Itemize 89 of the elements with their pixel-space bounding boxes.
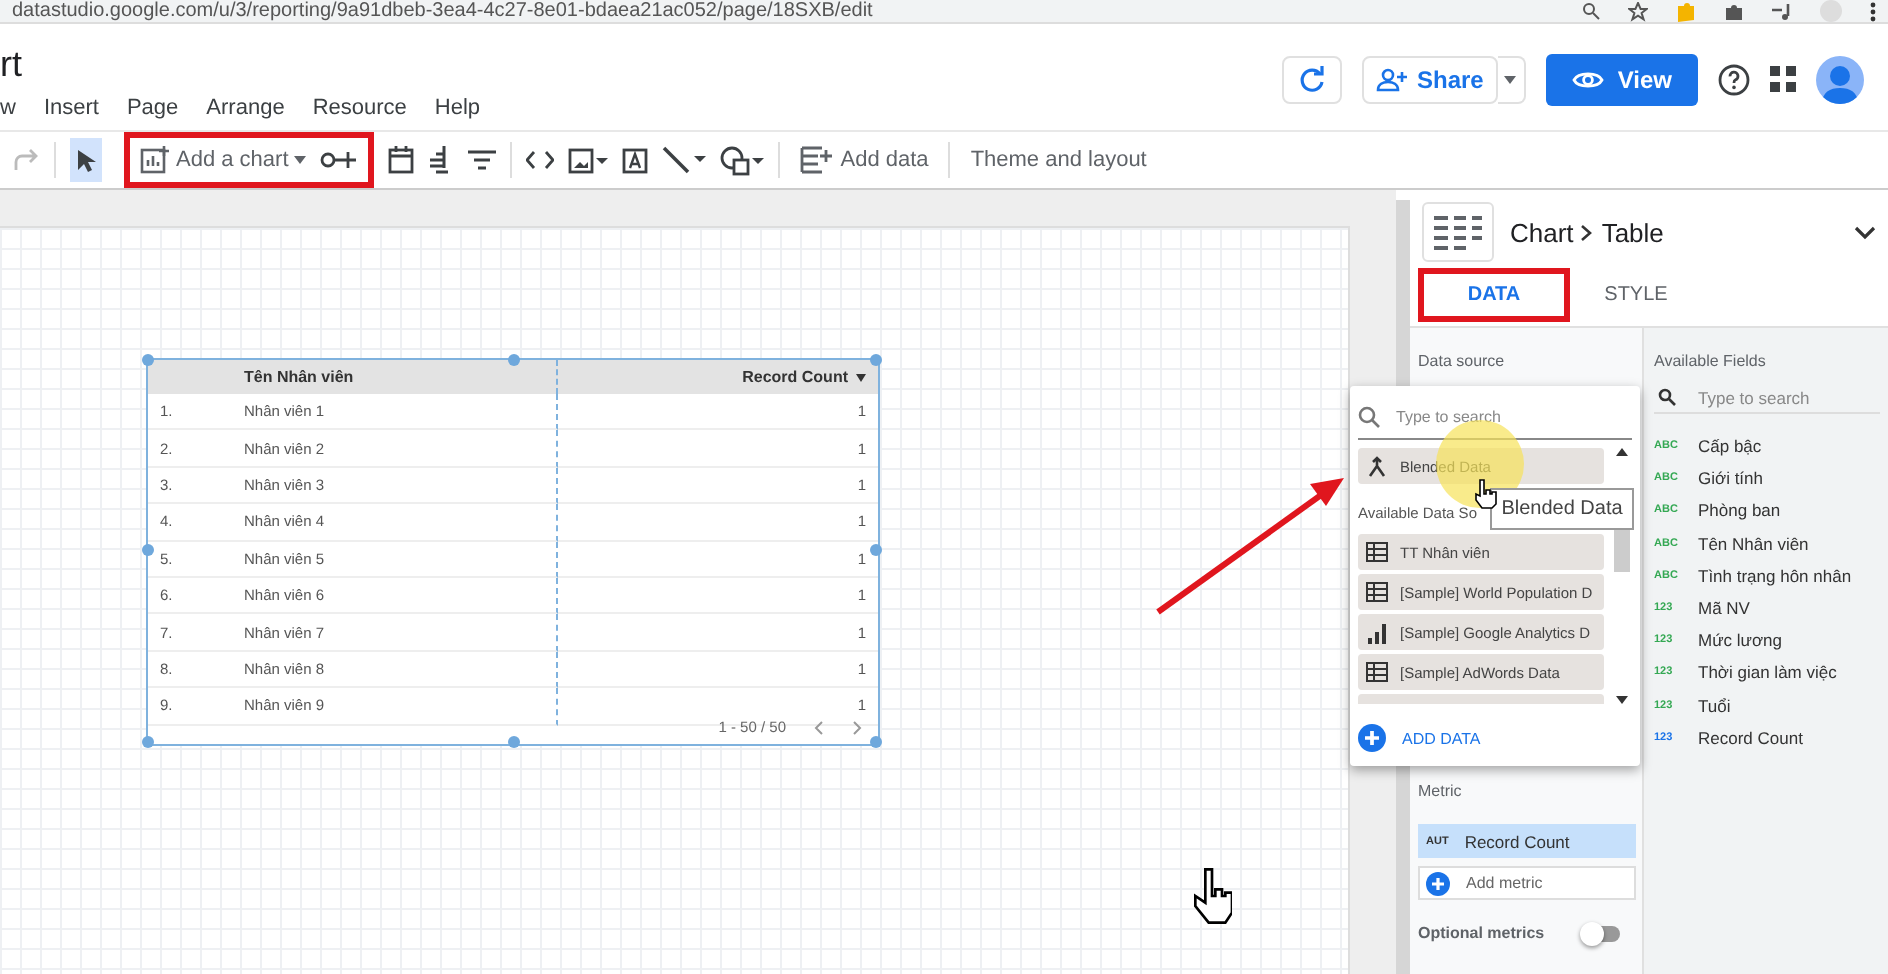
field-name[interactable]: Tên Nhân viên (1698, 533, 1809, 554)
field-name[interactable]: Phòng ban (1698, 500, 1781, 521)
calendar-icon[interactable] (388, 146, 415, 174)
add-metric-button[interactable]: Add metric (1418, 866, 1636, 900)
help-icon[interactable] (1718, 63, 1750, 95)
refresh-icon (1297, 65, 1325, 93)
add-control-icon[interactable] (320, 150, 357, 170)
field-name[interactable]: Tình trạng hôn nhân (1698, 565, 1852, 586)
search-icon (1658, 388, 1676, 406)
search-icon (1358, 405, 1380, 427)
search-icon[interactable] (1582, 2, 1600, 20)
optional-metrics-switch[interactable] (1584, 925, 1620, 941)
section-label: Metric (1418, 782, 1464, 800)
field-name[interactable]: Cấp bậc (1698, 436, 1762, 457)
line-icon[interactable] (662, 146, 707, 174)
select-tool[interactable] (70, 138, 102, 182)
table-icon (1366, 542, 1388, 562)
shape-icon[interactable] (720, 145, 765, 175)
theme-and-layout-button[interactable]: Theme and layout (964, 138, 1153, 182)
add-list-icon (800, 145, 835, 175)
filter-icon[interactable] (468, 150, 497, 170)
image-icon[interactable] (568, 147, 609, 173)
resize-handle[interactable] (870, 354, 882, 366)
text-box-icon[interactable] (622, 147, 649, 173)
view-button[interactable]: View (1545, 53, 1698, 105)
plus-icon (1358, 724, 1386, 752)
person-icon (1822, 63, 1858, 103)
column-header[interactable]: Record Count (558, 360, 878, 394)
panel-tab[interactable]: DATA (1418, 268, 1570, 322)
search-field[interactable]: Type to search (1694, 385, 1854, 409)
previous-page-icon[interactable] (814, 719, 824, 736)
add-chart-button[interactable]: Add a chart (134, 138, 313, 182)
menu-item[interactable]: Insert (43, 96, 99, 120)
table-icon (1366, 662, 1388, 682)
plus-icon (1426, 871, 1450, 895)
scroll-down-icon[interactable] (1616, 696, 1628, 704)
column-header[interactable]: Tên Nhân viên (232, 360, 558, 394)
scroll-up-icon[interactable] (1616, 448, 1628, 456)
add-data-button[interactable]: ADD DATA (1358, 724, 1632, 752)
sort-caret-icon (856, 373, 866, 381)
breadcrumb-text: Chart Table (1510, 217, 1666, 247)
resize-handle[interactable] (508, 736, 520, 748)
more-icon[interactable] (1870, 1, 1876, 21)
menu-item[interactable]: Arrange (206, 96, 285, 120)
pointer-icon (76, 147, 96, 173)
resize-handle[interactable] (508, 354, 520, 366)
field-name[interactable]: Tuổi (1698, 695, 1731, 716)
menu-item[interactable]: Page (126, 96, 179, 120)
star-icon[interactable] (1628, 1, 1648, 21)
chevron-down-icon[interactable] (1854, 225, 1876, 239)
menu-item[interactable]: Resource (312, 96, 407, 120)
section-label: Data source (1418, 352, 1507, 370)
tooltip: Blended Data (1490, 488, 1634, 530)
add-data-button[interactable]: Add data (794, 138, 935, 182)
add-person-icon (1375, 67, 1407, 91)
section-label: Available Fields (1654, 352, 1768, 370)
apps-icon[interactable] (1770, 66, 1796, 92)
resize-handle[interactable] (142, 736, 154, 748)
field-name[interactable]: Record Count (1698, 727, 1803, 748)
hand-cursor-icon (1192, 864, 1232, 928)
share-button[interactable]: Share (1361, 55, 1498, 103)
caret-icon (1504, 75, 1517, 83)
code-icon[interactable] (526, 150, 555, 170)
resize-handle[interactable] (870, 736, 882, 748)
menu-item[interactable]: Help (434, 96, 481, 120)
chevron-right-icon (1580, 223, 1595, 241)
report-title[interactable]: rt (0, 44, 1281, 84)
toggle-label: Optional metrics (1418, 924, 1545, 942)
hand-cursor-icon (1474, 478, 1498, 510)
eye-icon (1571, 69, 1604, 89)
search-field[interactable]: Type to search (1392, 405, 1552, 427)
avatar[interactable] (1816, 55, 1864, 103)
refresh-button[interactable] (1281, 55, 1341, 103)
caret-icon (294, 156, 307, 164)
add-chart-icon (140, 146, 170, 174)
field-name[interactable]: Mã NV (1698, 598, 1750, 619)
field-name[interactable]: Giới tính (1698, 468, 1764, 489)
table-icon (1366, 582, 1388, 602)
resize-handle[interactable] (142, 354, 154, 366)
share-options-button[interactable] (1497, 55, 1526, 103)
field-name[interactable]: Thời gian làm việc (1698, 662, 1837, 683)
music-icon[interactable] (1772, 1, 1792, 21)
resize-handle[interactable] (142, 544, 154, 556)
bar-chart-icon (1366, 621, 1388, 643)
menu-item[interactable]: w (0, 96, 16, 120)
next-page-icon[interactable] (852, 719, 862, 736)
field-name[interactable]: Mức lương (1698, 630, 1782, 651)
header-cell (148, 360, 232, 394)
resize-handle[interactable] (870, 544, 882, 556)
